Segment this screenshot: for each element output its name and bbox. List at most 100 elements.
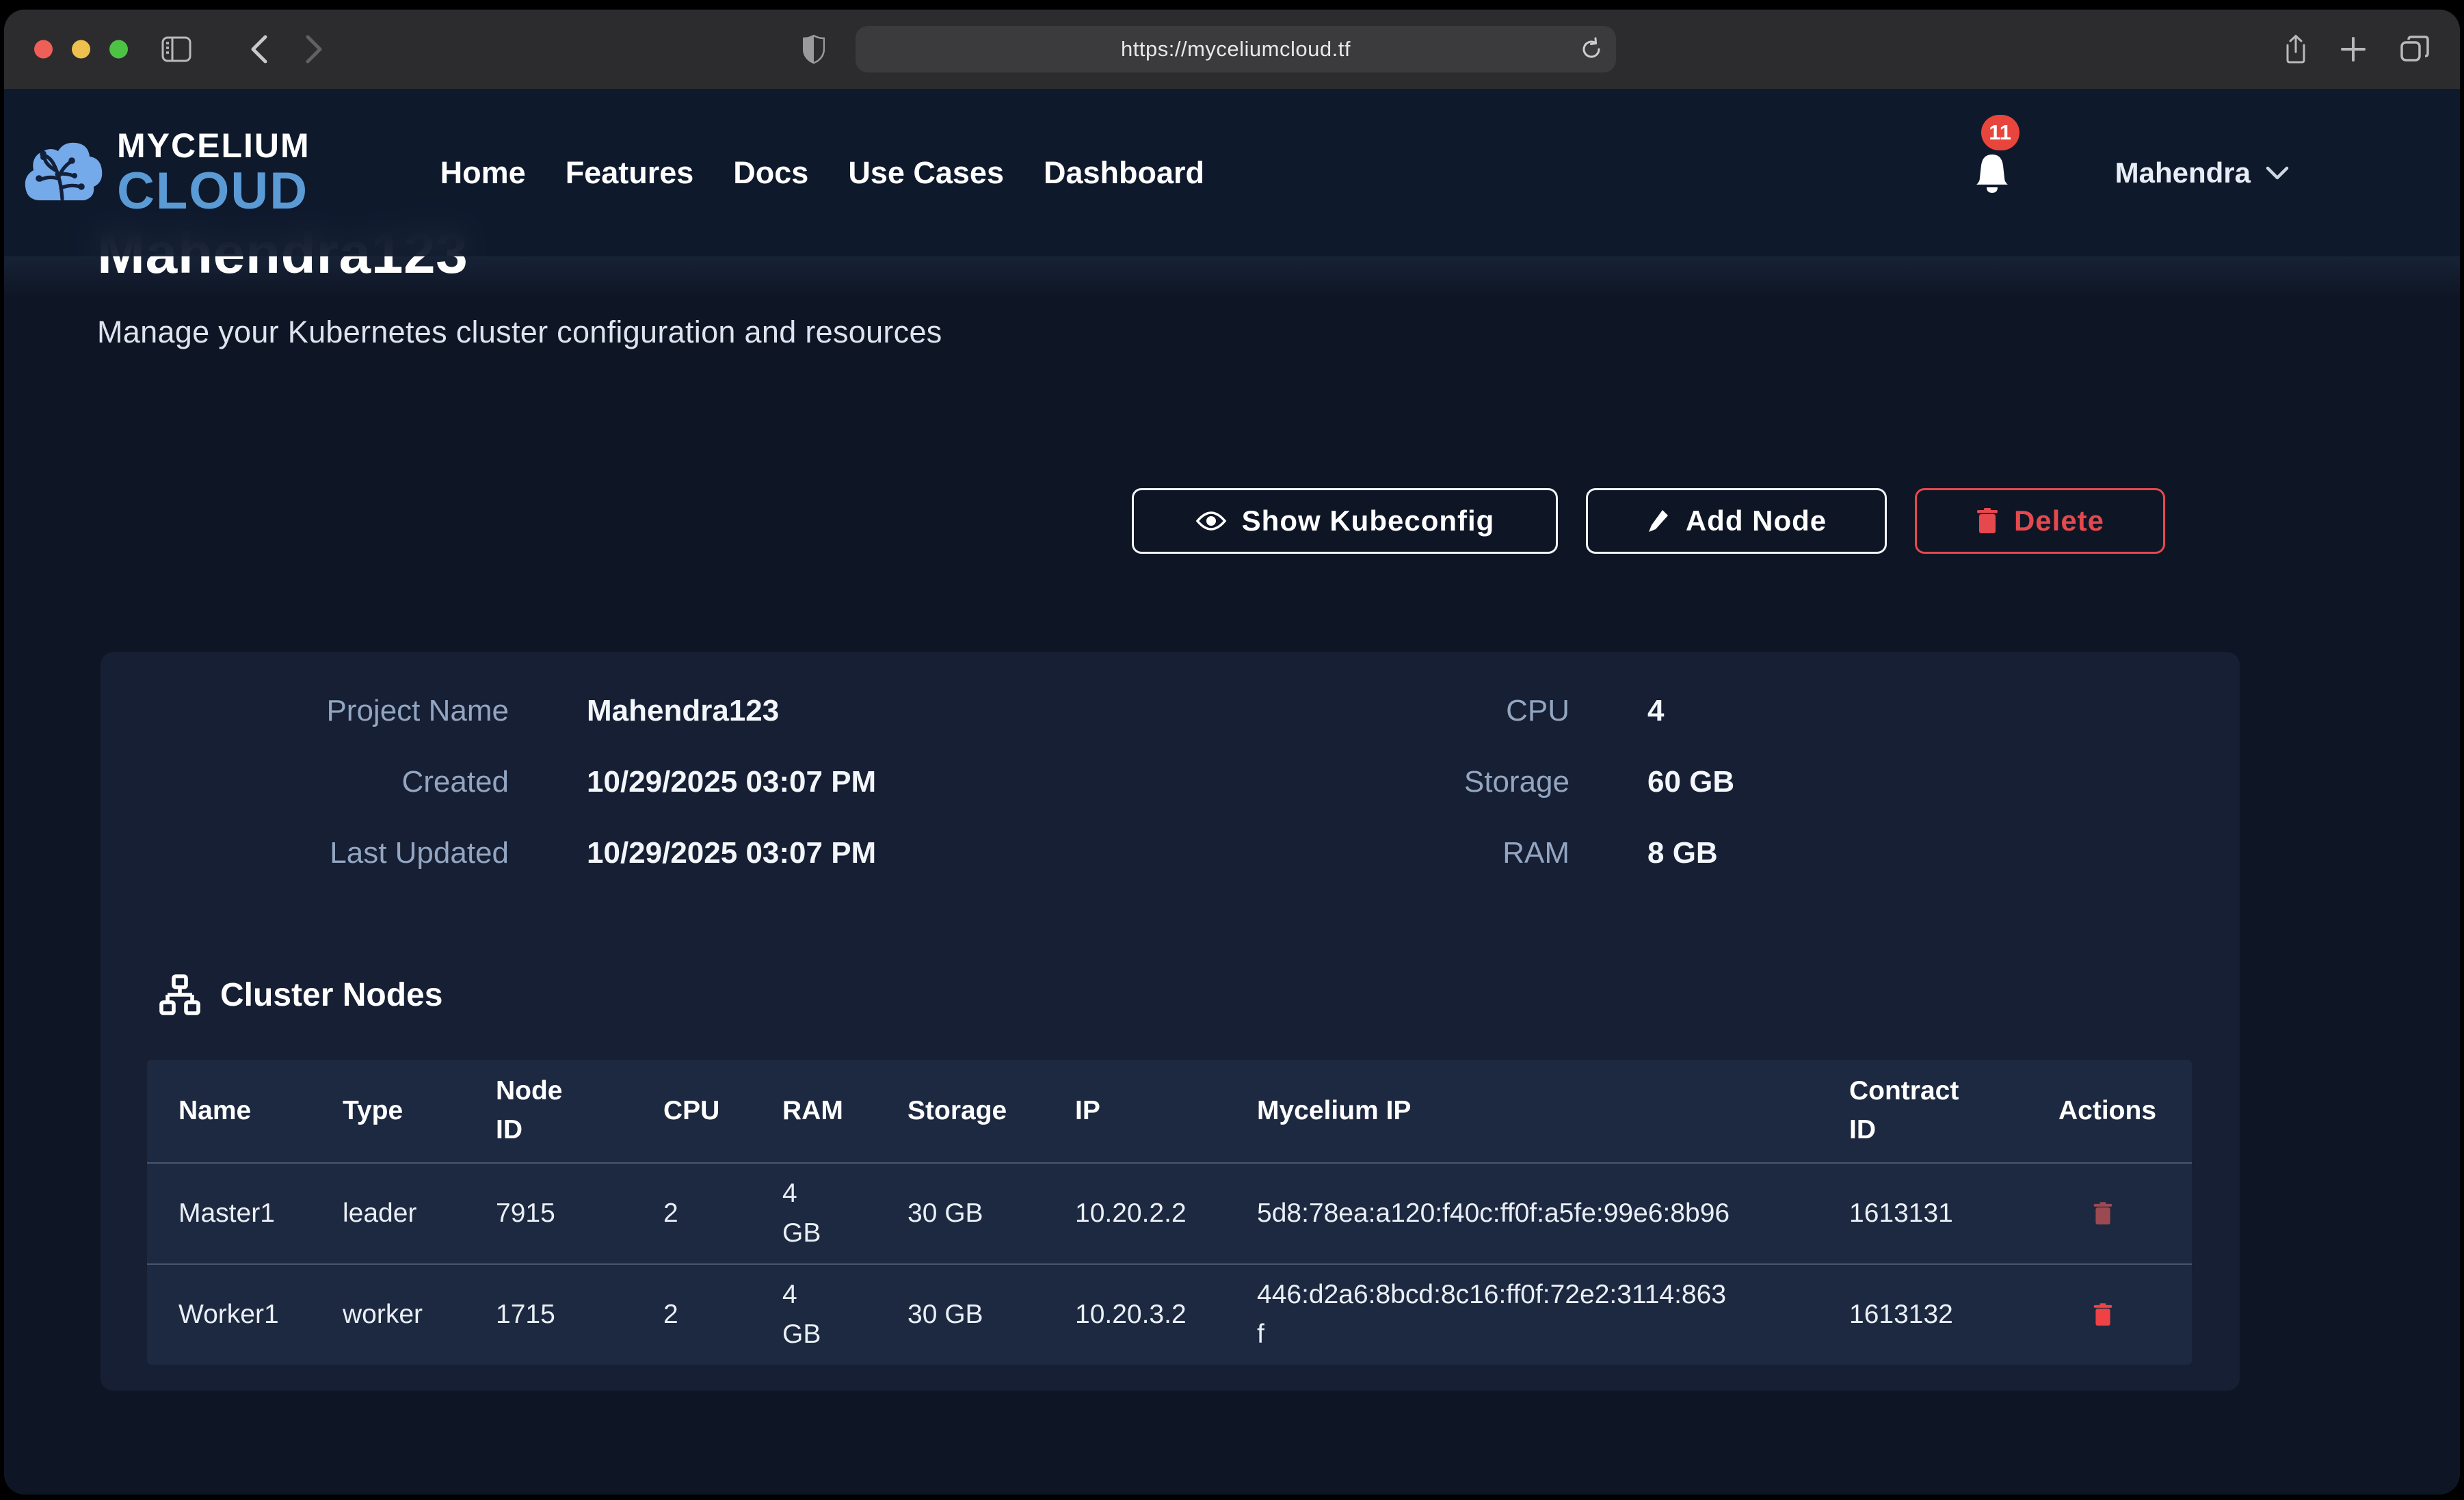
cluster-nodes-table: Name Type Node ID CPU RAM Storage IP Myc… — [147, 1060, 2192, 1365]
user-menu-button[interactable]: Mahendra — [2115, 157, 2289, 189]
cell-type: leader — [343, 1194, 496, 1234]
project-name-value: Mahendra123 — [587, 690, 876, 732]
mycelium-cloud-logo[interactable]: MYCELIUM CLOUD — [21, 129, 310, 217]
cluster-nodes-title: Cluster Nodes — [220, 976, 442, 1014]
privacy-shield-icon — [803, 35, 825, 64]
screenshot-root: https://myceliumcloud.tf — [0, 0, 2464, 1500]
minimize-window-button[interactable] — [72, 40, 90, 59]
page-viewport: Mahendra123 — [4, 89, 2460, 1495]
show-kubeconfig-label: Show Kubeconfig — [1242, 505, 1495, 537]
address-bar[interactable]: https://myceliumcloud.tf — [856, 26, 1616, 72]
storage-label: Storage — [1161, 761, 1569, 803]
cell-storage: 30 GB — [908, 1194, 1075, 1234]
logo-text-mycelium: MYCELIUM — [117, 129, 310, 163]
main-nav: Home Features Docs Use Cases Dashboard — [440, 155, 1204, 191]
site-header: MYCELIUM CLOUD Home Features Docs Use Ca… — [4, 89, 2460, 256]
cell-node-id: 1715 — [496, 1295, 663, 1335]
tab-overview-icon[interactable] — [2400, 34, 2430, 64]
nav-item-home[interactable]: Home — [440, 155, 526, 191]
ram-value: 8 GB — [1647, 832, 1734, 874]
project-name-label: Project Name — [101, 690, 509, 732]
reload-icon[interactable] — [1579, 37, 1604, 62]
cell-cpu: 2 — [663, 1194, 782, 1234]
cell-contract-id: 1613131 — [1849, 1194, 2058, 1234]
cell-ip: 10.20.2.2 — [1075, 1194, 1257, 1234]
trash-icon — [1976, 507, 1999, 535]
close-window-button[interactable] — [34, 40, 53, 59]
created-value: 10/29/2025 03:07 PM — [587, 761, 876, 803]
nav-item-features[interactable]: Features — [566, 155, 694, 191]
delete-label: Delete — [2014, 505, 2104, 537]
storage-value: 60 GB — [1647, 761, 1734, 803]
cell-actions — [2058, 1201, 2192, 1226]
cloud-logo-icon — [21, 137, 105, 209]
cell-actions — [2058, 1302, 2192, 1327]
col-actions: Actions — [2058, 1092, 2192, 1131]
forward-icon[interactable] — [305, 34, 323, 64]
last-updated-label: Last Updated — [101, 832, 509, 874]
trash-icon — [2093, 1201, 2113, 1226]
add-node-button[interactable]: Add Node — [1586, 488, 1887, 554]
cell-ram: 4 GB — [782, 1174, 832, 1254]
delete-node-button[interactable] — [2093, 1201, 2113, 1226]
cell-cpu: 2 — [663, 1295, 782, 1335]
logo-wordmark: MYCELIUM CLOUD — [117, 129, 310, 217]
col-contract-id: Contract ID — [1849, 1072, 1970, 1149]
col-mycelium-ip: Mycelium IP — [1257, 1092, 1849, 1131]
cluster-nodes-heading: Cluster Nodes — [157, 974, 442, 1016]
overview-right: CPU 4 Storage 60 GB RAM 8 GB — [1161, 690, 1734, 874]
table-header-row: Name Type Node ID CPU RAM Storage IP Myc… — [147, 1060, 2192, 1162]
cell-storage: 30 GB — [908, 1295, 1075, 1335]
browser-window: https://myceliumcloud.tf — [4, 10, 2460, 1495]
url-text: https://myceliumcloud.tf — [1121, 37, 1351, 62]
nodes-icon — [157, 974, 202, 1016]
created-label: Created — [101, 761, 509, 803]
nav-item-docs[interactable]: Docs — [733, 155, 808, 191]
cell-contract-id: 1613132 — [1849, 1295, 2058, 1335]
page-subtitle: Manage your Kubernetes cluster configura… — [97, 314, 942, 350]
cell-type: worker — [343, 1295, 496, 1335]
show-kubeconfig-button[interactable]: Show Kubeconfig — [1132, 488, 1558, 554]
trash-icon — [2093, 1302, 2113, 1327]
col-node-id: Node ID — [496, 1072, 572, 1149]
notification-badge: 11 — [1981, 115, 2019, 150]
user-name: Mahendra — [2115, 157, 2251, 189]
share-icon[interactable] — [2283, 34, 2308, 64]
col-name: Name — [178, 1092, 343, 1131]
nav-item-use-cases[interactable]: Use Cases — [848, 155, 1004, 191]
cell-node-id: 7915 — [496, 1194, 663, 1234]
table-row: Master1 leader 7915 2 4 GB 30 GB 10.20.2… — [147, 1162, 2192, 1263]
notifications-button[interactable]: 11 — [1972, 150, 2013, 196]
eye-icon — [1195, 509, 1227, 533]
chevron-down-icon — [2266, 165, 2289, 180]
cluster-actions: Show Kubeconfig Add Node Delete — [1132, 488, 2165, 554]
add-node-label: Add Node — [1686, 505, 1827, 537]
cell-name: Worker1 — [178, 1295, 343, 1335]
col-type: Type — [343, 1092, 496, 1131]
back-icon[interactable] — [250, 34, 268, 64]
cell-name: Master1 — [178, 1194, 343, 1234]
pencil-icon — [1646, 507, 1671, 535]
overview-left: Project Name Mahendra123 Created 10/29/2… — [101, 690, 876, 874]
cpu-value: 4 — [1647, 690, 1734, 732]
nav-item-dashboard[interactable]: Dashboard — [1044, 155, 1204, 191]
cpu-label: CPU — [1161, 690, 1569, 732]
col-ip: IP — [1075, 1092, 1257, 1131]
browser-toolbar: https://myceliumcloud.tf — [4, 10, 2460, 89]
cell-ram: 4 GB — [782, 1275, 832, 1355]
new-tab-icon[interactable] — [2340, 36, 2367, 63]
zoom-window-button[interactable] — [109, 40, 128, 59]
ram-label: RAM — [1161, 832, 1569, 874]
col-storage: Storage — [908, 1092, 1075, 1131]
delete-node-button[interactable] — [2093, 1302, 2113, 1327]
col-cpu: CPU — [663, 1092, 782, 1131]
cell-ip: 10.20.3.2 — [1075, 1295, 1257, 1335]
logo-text-cloud: CLOUD — [117, 165, 310, 217]
bell-icon — [1972, 150, 2013, 196]
last-updated-value: 10/29/2025 03:07 PM — [587, 832, 876, 874]
sidebar-toggle-icon[interactable] — [161, 36, 191, 62]
traffic-lights — [34, 40, 128, 59]
cell-mycelium-ip: 446:d2a6:8bcd:8c16:ff0f:72e2:3114:863f — [1257, 1275, 1747, 1355]
cluster-details-card: Project Name Mahendra123 Created 10/29/2… — [101, 652, 2240, 1391]
delete-cluster-button[interactable]: Delete — [1915, 488, 2165, 554]
